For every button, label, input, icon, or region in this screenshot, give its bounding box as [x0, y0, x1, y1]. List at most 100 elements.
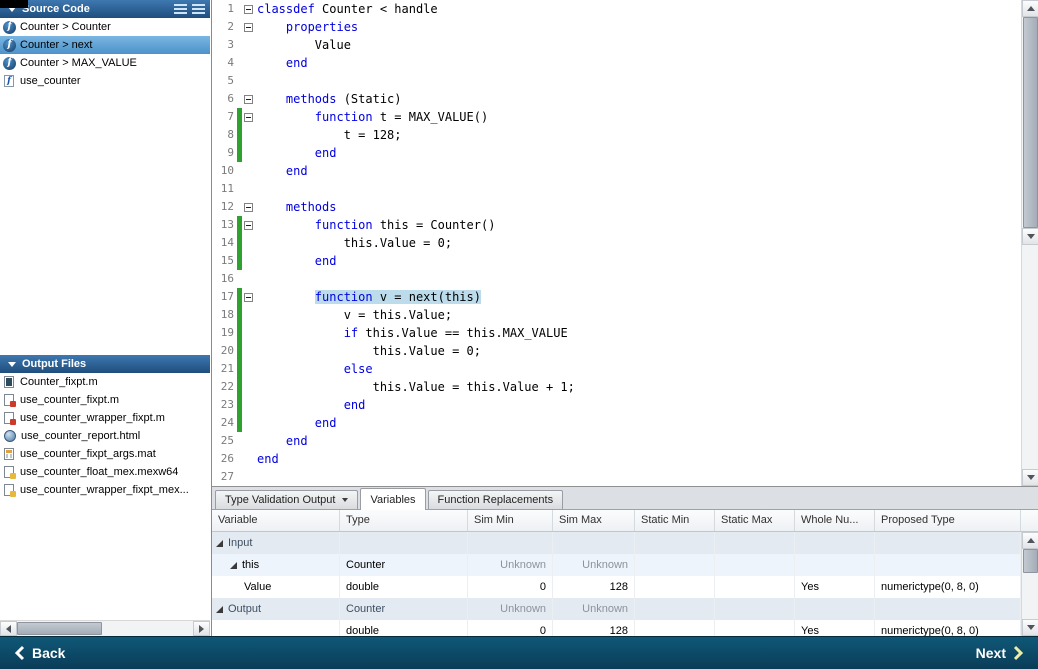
source-code-item[interactable]: Counter > next: [0, 36, 210, 54]
scroll-up-button[interactable]: [1022, 0, 1038, 17]
code-line-26[interactable]: 26 end: [212, 450, 1021, 468]
scroll-left-button[interactable]: [0, 621, 17, 636]
table-vertical-scrollbar[interactable]: [1021, 532, 1038, 636]
table-cell: Unknown: [553, 598, 635, 620]
code-line-21[interactable]: 21 else: [212, 360, 1021, 378]
output-file-item[interactable]: use_counter_wrapper_fixpt_mex...: [0, 481, 210, 499]
code-line-24[interactable]: 24 end: [212, 414, 1021, 432]
scroll-down-button[interactable]: [1022, 469, 1038, 486]
column-header[interactable]: Variable: [212, 510, 340, 531]
fold-toggle[interactable]: [242, 22, 254, 32]
scrollbar-thumb[interactable]: [17, 622, 102, 635]
column-header[interactable]: Static Max: [715, 510, 795, 531]
code-line-22[interactable]: 22 this.Value = this.Value + 1;: [212, 378, 1021, 396]
line-number: 21: [220, 362, 234, 375]
item-label: Counter > Counter: [20, 21, 111, 33]
output-file-item[interactable]: use_counter_fixpt.m: [0, 391, 210, 409]
column-header[interactable]: Static Min: [635, 510, 715, 531]
code-line-5[interactable]: 5: [212, 72, 1021, 90]
tab-type-validation-output[interactable]: Type Validation Output: [215, 490, 359, 509]
line-number: 2: [227, 20, 234, 33]
editor-vertical-scrollbar[interactable]: [1021, 0, 1038, 486]
scroll-down-button[interactable]: [1022, 228, 1038, 245]
scroll-right-button[interactable]: [193, 621, 210, 636]
output-file-item[interactable]: use_counter_fixpt_args.mat: [0, 445, 210, 463]
expand-triangle-icon[interactable]: [230, 561, 237, 569]
line-number: 4: [227, 56, 234, 69]
scroll-up-button[interactable]: [1022, 532, 1038, 549]
column-header[interactable]: Sim Max: [553, 510, 635, 531]
code-line-16[interactable]: 16: [212, 270, 1021, 288]
code-line-7[interactable]: 7 function t = MAX_VALUE(): [212, 108, 1021, 126]
code-line-27[interactable]: 27: [212, 468, 1021, 486]
output-file-item[interactable]: Counter_fixpt.m: [0, 373, 210, 391]
output-file-item[interactable]: use_counter_float_mex.mexw64: [0, 463, 210, 481]
code-line-12[interactable]: 12 methods: [212, 198, 1021, 216]
table-cell: [795, 532, 875, 554]
code-editor[interactable]: 1 classdef Counter < handle 2 properties 3 …: [212, 0, 1038, 486]
group-row-input[interactable]: Input: [212, 532, 1038, 554]
tab-label: Function Replacements: [437, 494, 554, 506]
code-line-2[interactable]: 2 properties: [212, 18, 1021, 36]
variable-name: Value: [244, 581, 272, 593]
line-number: 18: [220, 308, 234, 321]
code-line-1[interactable]: 1 classdef Counter < handle: [212, 0, 1021, 18]
scroll-down-button[interactable]: [1022, 619, 1038, 636]
group-row-output[interactable]: Output Counter Unknown Unknown: [212, 598, 1038, 620]
code-line-6[interactable]: 6 methods (Static): [212, 90, 1021, 108]
scrollbar-thumb[interactable]: [1023, 549, 1038, 573]
code-line-3[interactable]: 3 Value: [212, 36, 1021, 54]
column-header[interactable]: Proposed Type: [875, 510, 1021, 531]
coverage-bar: [237, 324, 242, 342]
fold-toggle[interactable]: [242, 202, 254, 212]
code-line-19[interactable]: 19 if this.Value == this.MAX_VALUE: [212, 324, 1021, 342]
code-line-15[interactable]: 15 end: [212, 252, 1021, 270]
column-header[interactable]: Whole Nu...: [795, 510, 875, 531]
sidebar-horizontal-scrollbar[interactable]: [0, 620, 210, 636]
next-button[interactable]: Next: [976, 645, 1024, 661]
sort-view-icon[interactable]: [192, 4, 205, 14]
code-line-13[interactable]: 13 function this = Counter(): [212, 216, 1021, 234]
fold-toggle[interactable]: [242, 4, 254, 14]
back-button[interactable]: Back: [14, 645, 65, 661]
code-line-10[interactable]: 10 end: [212, 162, 1021, 180]
code-line-14[interactable]: 14 this.Value = 0;: [212, 234, 1021, 252]
variable-row[interactable]: this Counter Unknown Unknown: [212, 554, 1038, 576]
scrollbar-thumb[interactable]: [1023, 17, 1038, 228]
fold-toggle[interactable]: [242, 292, 254, 302]
code-line-9[interactable]: 9 end: [212, 144, 1021, 162]
source-code-header[interactable]: Source Code: [0, 0, 210, 18]
table-cell: numerictype(0, 8, 0): [875, 576, 1021, 598]
code-line-8[interactable]: 8 t = 128;: [212, 126, 1021, 144]
variable-row[interactable]: double 0 128 Yes numerictype(0, 8, 0): [212, 620, 1038, 636]
coverage-gap: [237, 162, 242, 180]
dropdown-arrow-icon[interactable]: [342, 498, 349, 502]
output-file-item[interactable]: use_counter_report.html: [0, 427, 210, 445]
source-code-item[interactable]: Counter > Counter: [0, 18, 210, 36]
table-cell: [635, 532, 715, 554]
fold-toggle[interactable]: [242, 112, 254, 122]
output-file-item[interactable]: use_counter_wrapper_fixpt.m: [0, 409, 210, 427]
column-header[interactable]: Sim Min: [468, 510, 553, 531]
source-code-item[interactable]: Counter > MAX_VALUE: [0, 54, 210, 72]
source-code-item[interactable]: use_counter: [0, 72, 210, 90]
code-line-4[interactable]: 4 end: [212, 54, 1021, 72]
fold-toggle[interactable]: [242, 94, 254, 104]
list-view-icon[interactable]: [174, 4, 187, 14]
item-label: use_counter_wrapper_fixpt_mex...: [20, 484, 189, 496]
code-line-23[interactable]: 23 end: [212, 396, 1021, 414]
code-line-18[interactable]: 18 v = this.Value;: [212, 306, 1021, 324]
coverage-bar: [237, 234, 242, 252]
code-line-25[interactable]: 25 end: [212, 432, 1021, 450]
output-files-header[interactable]: Output Files: [0, 355, 210, 373]
code-line-17[interactable]: 17 function v = next(this): [212, 288, 1021, 306]
tab-function-replacements[interactable]: Function Replacements: [427, 490, 564, 509]
code-line-11[interactable]: 11: [212, 180, 1021, 198]
column-header[interactable]: Type: [340, 510, 468, 531]
variable-row[interactable]: Value double 0 128 Yes numerictype(0, 8, 0): [212, 576, 1038, 598]
code-line-20[interactable]: 20 this.Value = 0;: [212, 342, 1021, 360]
tab-variables[interactable]: Variables: [360, 488, 426, 510]
expand-triangle-icon[interactable]: [216, 605, 223, 613]
expand-triangle-icon[interactable]: [216, 539, 223, 547]
fold-toggle[interactable]: [242, 220, 254, 230]
